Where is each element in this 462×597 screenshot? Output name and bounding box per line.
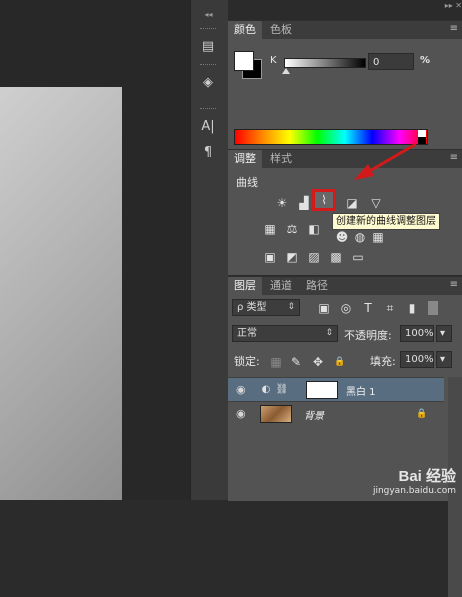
fill-label: 填充:	[370, 355, 396, 368]
strip-grip[interactable]	[200, 108, 216, 112]
shape-filter-icon[interactable]: ⌗	[382, 301, 398, 315]
opacity-dropdown-icon[interactable]: ▾	[436, 325, 452, 342]
fill-input[interactable]: 100%	[400, 351, 434, 368]
adjustments-tabbar: 调整 样式 ≡	[228, 150, 462, 168]
tab-channels[interactable]: 通道	[264, 277, 298, 295]
gradient-map-icon[interactable]: ▩	[328, 250, 344, 264]
fill-dropdown-icon[interactable]: ▾	[436, 351, 452, 368]
layer-row-background[interactable]: ◉ 背景 🔒	[228, 401, 444, 425]
channel-label: K	[270, 55, 277, 66]
slider-thumb[interactable]	[282, 68, 290, 74]
black-white-icon[interactable]: ◧	[306, 222, 322, 236]
panel-menu-icon[interactable]: ≡	[450, 23, 458, 34]
layer-name[interactable]: 黑白 1	[346, 383, 376, 398]
brightness-contrast-icon[interactable]: ☀	[274, 196, 290, 210]
color-lookup-icon[interactable]: ▦	[370, 230, 386, 244]
adjustment-layer-icon: ◐	[261, 384, 271, 395]
color-panel-tabbar: 颜色 色板 ≡	[228, 21, 462, 39]
curves-icon[interactable]: ⌇	[316, 193, 332, 207]
adjustment-filter-icon[interactable]: ◎	[338, 301, 354, 315]
hue-saturation-icon[interactable]: ▦	[262, 222, 278, 236]
baidu-jingyan-watermark: Bai 经验 jingyan.baidu.com	[373, 465, 456, 496]
watermark-url: jingyan.baidu.com	[372, 486, 456, 496]
layers-tabbar: 图层 通道 路径 ≡	[228, 277, 462, 295]
layer-filter-select[interactable]: ρ 类型 ⇕	[232, 299, 300, 316]
tab-swatches[interactable]: 色板	[264, 21, 298, 39]
paragraph-icon[interactable]: ¶	[197, 142, 219, 164]
foreground-color-swatch[interactable]	[234, 51, 254, 71]
tab-paths[interactable]: 路径	[300, 277, 334, 295]
lock-label: 锁定:	[234, 355, 260, 368]
3d-icon[interactable]: ◈	[197, 72, 219, 94]
strip-grip[interactable]	[200, 64, 216, 68]
layer-name[interactable]: 背景	[304, 407, 324, 422]
tab-color[interactable]: 颜色	[228, 21, 262, 39]
document-image[interactable]	[0, 87, 122, 500]
type-filter-icon[interactable]: T	[360, 301, 376, 315]
posterize-icon[interactable]: ◩	[284, 250, 300, 264]
tab-layers[interactable]: 图层	[228, 277, 262, 295]
curves-tooltip: 创建新的曲线调整图层	[332, 213, 440, 230]
lock-icon: 🔒	[416, 409, 428, 419]
layer-comps-icon[interactable]: ▤	[197, 36, 219, 58]
lock-transparency-icon[interactable]: ▦	[268, 355, 284, 369]
filter-label: ρ 类型	[237, 302, 267, 313]
layer-mask-thumbnail[interactable]	[306, 381, 338, 399]
lock-position-icon[interactable]: ✥	[310, 355, 326, 369]
adjustment-hover-title: 曲线	[236, 176, 258, 189]
filter-toggle[interactable]	[428, 301, 438, 315]
layer-row-bw[interactable]: ◉ ◐ ⛓ 黑白 1	[228, 377, 444, 401]
chevron-updown-icon: ⇕	[325, 328, 333, 338]
color-balance-icon[interactable]: ⚖	[284, 222, 300, 236]
lock-pixels-icon[interactable]: ✎	[288, 355, 304, 369]
character-icon[interactable]: A|	[197, 116, 219, 138]
smart-object-filter-icon[interactable]: ▮	[404, 301, 420, 315]
collapse-strip-icon[interactable]: ◂◂	[190, 10, 227, 20]
k-channel-slider[interactable]	[284, 58, 366, 68]
opacity-label: 不透明度:	[344, 329, 392, 342]
selective-color-icon[interactable]: ▭	[350, 250, 366, 264]
levels-icon[interactable]: ▟	[296, 196, 312, 210]
curves-button-highlight[interactable]: ⌇	[312, 189, 336, 211]
panel-dock-collapse-icon[interactable]: ▸▸ ✕	[228, 0, 462, 12]
visibility-eye-icon[interactable]: ◉	[236, 383, 246, 396]
pixel-filter-icon[interactable]: ▣	[316, 301, 332, 315]
photo-filter-icon[interactable]: ☻	[334, 230, 350, 244]
layer-thumbnail[interactable]	[260, 405, 292, 423]
blend-mode-value: 正常	[237, 328, 257, 339]
visibility-eye-icon[interactable]: ◉	[236, 407, 246, 420]
watermark-brand: Bai 经验	[398, 468, 456, 485]
chevron-updown-icon: ⇕	[287, 302, 295, 312]
percent-unit: %	[420, 55, 431, 66]
blend-mode-select[interactable]: 正常 ⇕	[232, 325, 338, 342]
lock-all-icon[interactable]: 🔒	[332, 355, 348, 369]
annotation-arrow-icon	[354, 142, 417, 180]
panel-menu-icon[interactable]: ≡	[450, 279, 458, 290]
link-chain-icon[interactable]: ⛓	[274, 383, 290, 397]
adjustments-panel: 调整 样式 ≡ 曲线 ☀ ▟ ⌇ ◪ ▽ ▦ ⚖ ◧ ☻ ◍ ▦ ▣ ◩ ▨ ▩…	[228, 149, 462, 275]
tab-styles[interactable]: 样式	[264, 150, 298, 168]
invert-icon[interactable]: ▣	[262, 250, 278, 264]
exposure-icon[interactable]: ◪	[344, 196, 360, 210]
color-panel: 颜色 色板 ≡ K 0 %	[228, 20, 462, 149]
k-value-input[interactable]: 0	[368, 53, 414, 70]
threshold-icon[interactable]: ▨	[306, 250, 322, 264]
vibrance-icon[interactable]: ▽	[368, 196, 384, 210]
panel-menu-icon[interactable]: ≡	[450, 152, 458, 163]
strip-grip[interactable]	[200, 28, 216, 32]
channel-mixer-icon[interactable]: ◍	[352, 230, 368, 244]
opacity-input[interactable]: 100%	[400, 325, 434, 342]
tab-adjustments[interactable]: 调整	[228, 150, 262, 168]
